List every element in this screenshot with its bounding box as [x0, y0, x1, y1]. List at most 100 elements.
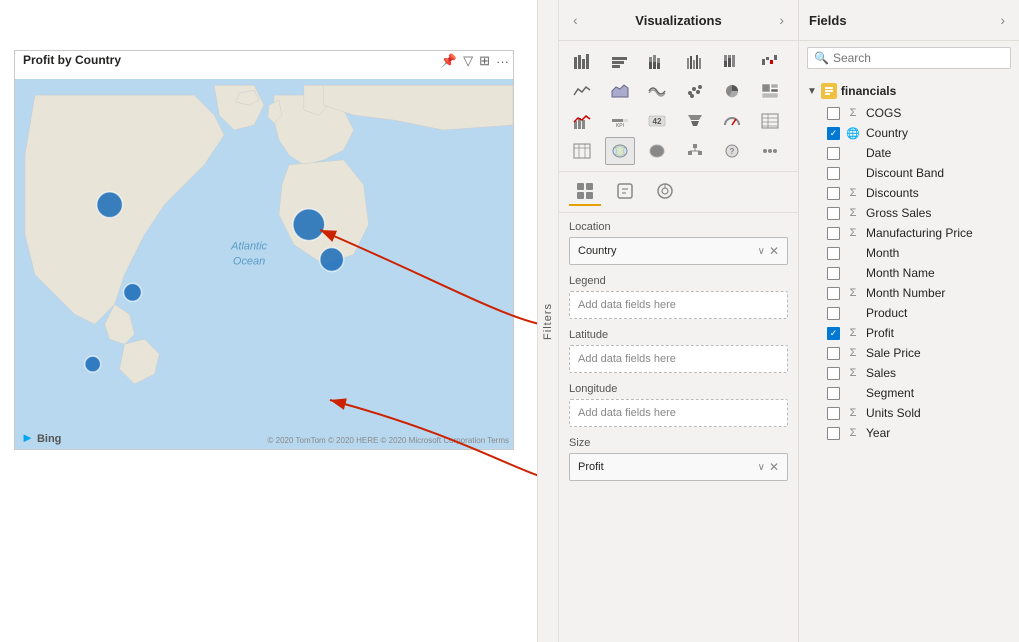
fields-checkbox-month-number[interactable]	[827, 287, 840, 300]
fields-item-name-month-number: Month Number	[866, 286, 945, 300]
pin-icon[interactable]: 📌	[441, 53, 457, 69]
fields-item-profit[interactable]: Σ Profit	[799, 323, 1019, 343]
fields-checkbox-product[interactable]	[827, 307, 840, 320]
viz-icon-ribbon[interactable]	[642, 77, 672, 105]
viz-icon-funnel[interactable]	[680, 107, 710, 135]
fields-item-month[interactable]: Month	[799, 243, 1019, 263]
viz-icon-100pct[interactable]	[717, 47, 747, 75]
fields-item-manufacturing-price[interactable]: Σ Manufacturing Price	[799, 223, 1019, 243]
fields-item-month-name[interactable]: Month Name	[799, 263, 1019, 283]
fields-checkbox-month-name[interactable]	[827, 267, 840, 280]
viz-icon-kpi[interactable]: KPI	[605, 107, 635, 135]
fields-item-discounts[interactable]: Σ Discounts	[799, 183, 1019, 203]
viz-icon-bar[interactable]	[567, 47, 597, 75]
viz-icon-qna[interactable]: ?	[717, 137, 747, 165]
svg-text:Atlantic: Atlantic	[230, 241, 267, 253]
fields-checkbox-cogs[interactable]	[827, 107, 840, 120]
viz-panel-next-arrow[interactable]: ›	[775, 8, 788, 32]
viz-icon-combo[interactable]	[567, 107, 597, 135]
viz-icon-decomp[interactable]	[680, 137, 710, 165]
viz-icon-more[interactable]	[755, 137, 785, 165]
viz-field-box-size[interactable]: Profit ∨ ✕	[569, 453, 788, 481]
viz-icon-matrix[interactable]	[567, 137, 597, 165]
expand-icon[interactable]: ⊞	[479, 53, 490, 69]
fields-panel-header: Fields ›	[799, 0, 1019, 41]
fields-item-date[interactable]: Date	[799, 143, 1019, 163]
fields-checkbox-month[interactable]	[827, 247, 840, 260]
viz-panel-prev-arrow[interactable]: ‹	[569, 8, 582, 32]
fields-checkbox-units-sold[interactable]	[827, 407, 840, 420]
search-input[interactable]	[833, 51, 1004, 65]
fields-item-month-number[interactable]: Σ Month Number	[799, 283, 1019, 303]
viz-icon-scatter[interactable]	[680, 77, 710, 105]
more-icon[interactable]: ···	[496, 54, 509, 69]
fields-item-name-segment: Segment	[866, 386, 914, 400]
viz-field-box-location[interactable]: Country ∨ ✕	[569, 237, 788, 265]
viz-icon-map[interactable]	[605, 137, 635, 165]
size-remove-icon[interactable]: ✕	[769, 460, 779, 474]
viz-field-box-latitude[interactable]: Add data fields here	[569, 345, 788, 373]
fields-checkbox-year[interactable]	[827, 427, 840, 440]
fields-item-sale-price[interactable]: Σ Sale Price	[799, 343, 1019, 363]
viz-icon-table[interactable]	[755, 107, 785, 135]
fields-checkbox-manufacturing-price[interactable]	[827, 227, 840, 240]
viz-tab-fields[interactable]	[569, 178, 601, 206]
fields-checkbox-sale-price[interactable]	[827, 347, 840, 360]
sigma-icon-discounts: Σ	[846, 187, 860, 199]
group-chevron-icon: ▼	[807, 86, 817, 97]
fields-checkbox-date[interactable]	[827, 147, 840, 160]
viz-panel-header: ‹ Visualizations ›	[559, 0, 798, 41]
search-icon: 🔍	[814, 51, 829, 65]
fields-item-product[interactable]: Product	[799, 303, 1019, 323]
fields-panel-next-arrow[interactable]: ›	[996, 8, 1009, 32]
viz-icon-clustered[interactable]	[680, 47, 710, 75]
fields-checkbox-segment[interactable]	[827, 387, 840, 400]
location-remove-icon[interactable]: ✕	[769, 244, 779, 258]
location-chevron-icon[interactable]: ∨	[758, 246, 765, 257]
fields-item-year[interactable]: Σ Year	[799, 423, 1019, 443]
sigma-icon-year: Σ	[846, 427, 860, 439]
viz-icon-pie[interactable]	[717, 77, 747, 105]
fields-checkbox-profit[interactable]	[827, 327, 840, 340]
filter-icon[interactable]: ▽	[463, 53, 473, 69]
viz-icon-gauge[interactable]	[717, 107, 747, 135]
viz-tab-format[interactable]	[609, 178, 641, 206]
map-visual[interactable]: Profit by Country 📌 ▽ ⊞ ···	[14, 50, 514, 450]
sigma-icon-profit: Σ	[846, 327, 860, 339]
viz-icon-card[interactable]: 42	[642, 107, 672, 135]
filters-label: Filters	[542, 303, 554, 340]
fields-checkbox-sales[interactable]	[827, 367, 840, 380]
fields-checkbox-country[interactable]	[827, 127, 840, 140]
fields-item-cogs[interactable]: Σ COGS	[799, 103, 1019, 123]
fields-checkbox-gross-sales[interactable]	[827, 207, 840, 220]
viz-icon-stacked[interactable]	[642, 47, 672, 75]
viz-field-location-actions: ∨ ✕	[758, 244, 779, 258]
fields-item-segment[interactable]: Segment	[799, 383, 1019, 403]
viz-icon-column[interactable]	[605, 47, 635, 75]
fields-item-name-discounts: Discounts	[866, 186, 919, 200]
fields-item-units-sold[interactable]: Σ Units Sold	[799, 403, 1019, 423]
viz-field-box-legend[interactable]: Add data fields here	[569, 291, 788, 319]
fields-checkbox-discount-band[interactable]	[827, 167, 840, 180]
viz-icon-waterfall[interactable]	[755, 47, 785, 75]
fields-item-sales[interactable]: Σ Sales	[799, 363, 1019, 383]
viz-field-box-longitude[interactable]: Add data fields here	[569, 399, 788, 427]
viz-icon-line[interactable]	[567, 77, 597, 105]
size-chevron-icon[interactable]: ∨	[758, 462, 765, 473]
viz-field-label-location: Location	[569, 221, 788, 233]
viz-icon-filled-map[interactable]	[642, 137, 672, 165]
fields-group-header[interactable]: ▼ financials	[799, 79, 1019, 103]
fields-panel-title: Fields	[809, 13, 847, 28]
fields-item-name-manufacturing-price: Manufacturing Price	[866, 226, 973, 240]
fields-search-box[interactable]: 🔍	[807, 47, 1011, 69]
fields-checkbox-discounts[interactable]	[827, 187, 840, 200]
viz-tab-analytics[interactable]	[649, 178, 681, 206]
viz-panel-title: Visualizations	[635, 13, 721, 28]
viz-field-section-size: Size Profit ∨ ✕	[569, 437, 788, 481]
fields-list: ▼ financials Σ COGS 🌐 Country Date Disco…	[799, 75, 1019, 642]
fields-item-country[interactable]: 🌐 Country	[799, 123, 1019, 143]
fields-item-discount-band[interactable]: Discount Band	[799, 163, 1019, 183]
viz-icon-treemap[interactable]	[755, 77, 785, 105]
fields-item-gross-sales[interactable]: Σ Gross Sales	[799, 203, 1019, 223]
viz-icon-area[interactable]	[605, 77, 635, 105]
